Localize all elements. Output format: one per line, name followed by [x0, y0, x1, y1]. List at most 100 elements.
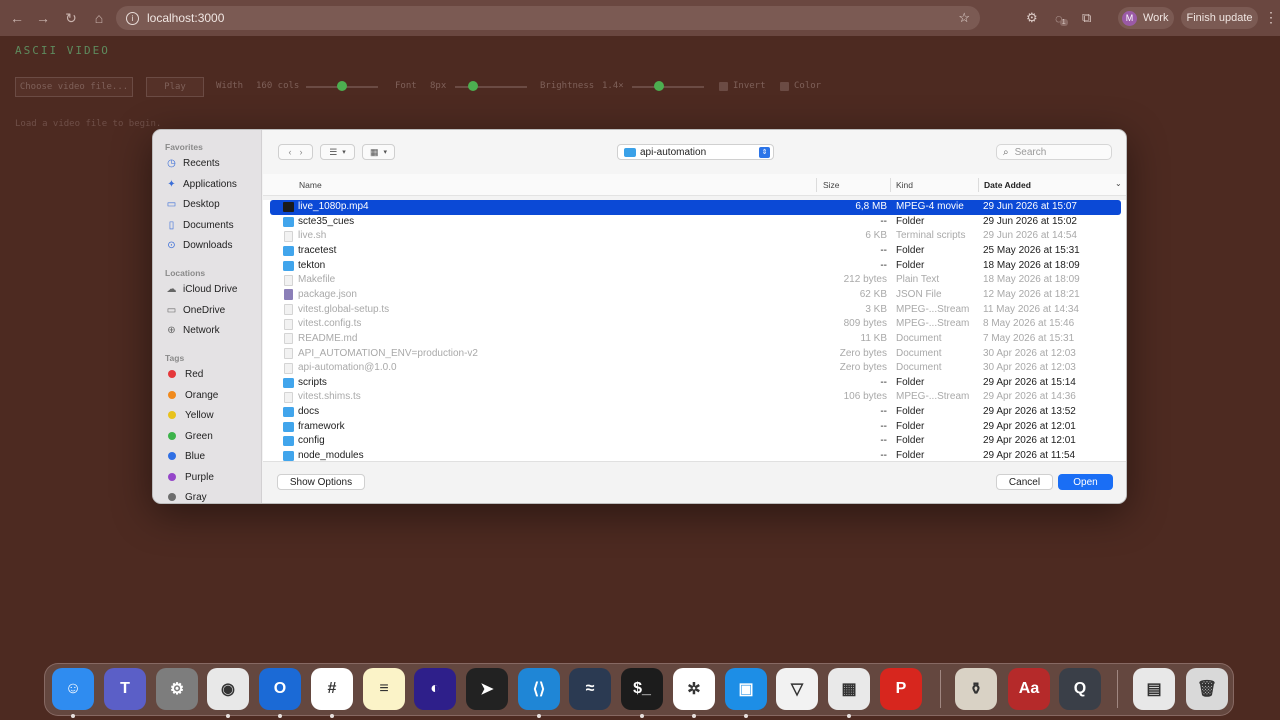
file-kind: Terminal scripts [896, 230, 966, 242]
column-divider[interactable] [978, 178, 979, 192]
sidebar-item-documents[interactable]: ▯ Documents [166, 217, 234, 233]
location-popup[interactable]: api-automation ⇕ [617, 144, 774, 160]
docker-icon[interactable]: ▣ [725, 668, 767, 710]
tag-purple[interactable]: Purple [166, 469, 214, 485]
sort-chevron-down-icon[interactable]: ⌄ [1115, 179, 1122, 188]
tag-blue[interactable]: Blue [166, 448, 205, 464]
open-button[interactable]: Open [1058, 474, 1113, 490]
bookmark-star-icon[interactable]: ☆ [958, 10, 970, 26]
gear-icon[interactable]: ⚙ [156, 668, 198, 710]
sidebar-item-applications[interactable]: ✦ Applications [166, 176, 237, 192]
column-divider[interactable] [816, 178, 817, 192]
file-row[interactable]: docs -- Folder 29 Apr 2026 at 13:52 [270, 405, 1121, 420]
sidebar-item-label: iCloud Drive [183, 283, 238, 295]
file-row[interactable]: api-automation@1.0.0 Zero bytes Document 30… [270, 361, 1121, 376]
sidebar-item-desktop[interactable]: ▭ Desktop [166, 196, 220, 212]
column-header-date-added[interactable]: Date Added [984, 180, 1031, 190]
back-icon[interactable]: ← [4, 5, 30, 31]
brightness-slider-thumb[interactable] [654, 81, 664, 91]
file-row[interactable]: Makefile 212 bytes Plain Text 18 May 2026 a… [270, 273, 1121, 288]
file-row[interactable]: node_modules -- Folder 29 Apr 2026 at 11:54 [270, 449, 1121, 461]
column-header-size[interactable]: Size [823, 180, 840, 190]
home-icon[interactable]: ⌂ [86, 5, 112, 31]
group-view-button[interactable]: ▦ ▾ [362, 144, 395, 160]
sidebar-item-network[interactable]: ⊕ Network [166, 322, 219, 338]
font-slider-thumb[interactable] [468, 81, 478, 91]
outlook-icon[interactable]: O [259, 668, 301, 710]
file-row[interactable]: live.sh 6 KB Terminal scripts 29 Jun 2026 a… [270, 229, 1121, 244]
menu-kebab-icon[interactable]: ⋮ [1264, 9, 1278, 26]
quicktime-icon[interactable]: Q [1059, 668, 1101, 710]
file-row[interactable]: vitest.global-setup.ts 3 KB MPEG-...Stream… [270, 303, 1121, 318]
choose-file-button[interactable]: Choose video file... [15, 77, 133, 97]
file-kind: MPEG-...Stream [896, 391, 970, 403]
chevron-left-icon[interactable]: ‹ [289, 147, 292, 157]
file-row[interactable]: vitest.shims.ts 106 bytes MPEG-...Stream 29… [270, 390, 1121, 405]
teams-icon[interactable]: T [104, 668, 146, 710]
slack-icon[interactable]: # [311, 668, 353, 710]
file-row[interactable]: scripts -- Folder 29 Apr 2026 at 15:14 [270, 376, 1121, 391]
address-bar[interactable]: i localhost:3000 ☆ [116, 6, 980, 30]
file-row[interactable]: live_1080p.mp4 6,8 MB MPEG-4 movie 29 Jun 2… [270, 200, 1121, 215]
circle-app-icon[interactable]: ◐ [414, 668, 456, 710]
font-slider[interactable] [455, 86, 527, 88]
jar-icon[interactable]: ⚱ [955, 668, 997, 710]
file-row[interactable]: scte35_cues -- Folder 29 Jun 2026 at 15:02 [270, 215, 1121, 230]
dolphin-icon[interactable]: ≈ [569, 668, 611, 710]
site-info-icon[interactable]: i [126, 11, 139, 25]
finish-update-button[interactable]: Finish update [1181, 7, 1258, 29]
tag-yellow[interactable]: Yellow [166, 407, 214, 423]
profile-button[interactable]: M Work [1118, 7, 1174, 29]
grid-view-icon: ▦ [369, 146, 379, 157]
finder-icon[interactable]: ☺ [52, 668, 94, 710]
window-thumbnail-icon[interactable]: ▤ [1133, 668, 1175, 710]
sidebar-item-onedrive[interactable]: ▭ OneDrive [166, 302, 225, 318]
file-date: 29 Jun 2026 at 15:02 [983, 215, 1077, 227]
chrome-icon[interactable]: ◉ [207, 668, 249, 710]
sidebar-item-recents[interactable]: ◷ Recents [166, 155, 220, 171]
list-view-button[interactable]: ☰ ▾ [320, 144, 355, 160]
column-divider[interactable] [890, 178, 891, 192]
chevron-right-icon[interactable]: › [300, 147, 303, 157]
brightness-slider[interactable] [632, 86, 704, 88]
file-row[interactable]: API_AUTOMATION_ENV=production-v2 Zero byt… [270, 347, 1121, 362]
back-forward-buttons[interactable]: ‹ › [278, 144, 313, 160]
terminal-icon[interactable]: $_ [621, 668, 663, 710]
chatgpt-icon[interactable]: ✲ [673, 668, 715, 710]
pdf-icon[interactable]: P [880, 668, 922, 710]
extensions-gear-icon[interactable]: ⚙ [1026, 6, 1038, 30]
file-row[interactable]: framework -- Folder 29 Apr 2026 at 12:01 [270, 420, 1121, 435]
width-slider-thumb[interactable] [337, 81, 347, 91]
dictionary-icon[interactable]: Aa [1008, 668, 1050, 710]
tag-orange[interactable]: Orange [166, 387, 218, 403]
tag-green[interactable]: Green [166, 428, 213, 444]
color-checkbox[interactable] [780, 82, 789, 91]
extension-icon[interactable]: ◌ 1 [1055, 6, 1068, 30]
reload-icon[interactable]: ↻ [58, 5, 84, 31]
puzzle-icon[interactable]: ⧉ [1082, 6, 1091, 30]
grid-icon[interactable]: ▦ [828, 668, 870, 710]
sidebar-item-icloud[interactable]: ☁ iCloud Drive [166, 281, 238, 297]
vscode-icon[interactable]: ⟨⟩ [518, 668, 560, 710]
tag-gray[interactable]: Gray [166, 489, 207, 503]
play-button[interactable]: Play [146, 77, 204, 97]
invert-checkbox[interactable] [719, 82, 728, 91]
trash-icon[interactable]: 🗑 [1186, 668, 1228, 710]
sidebar-item-downloads[interactable]: ⊙ Downloads [166, 237, 232, 253]
forward-icon[interactable]: → [30, 5, 56, 31]
file-row[interactable]: package.json 62 KB JSON File 12 May 2026 at… [270, 288, 1121, 303]
file-row[interactable]: vitest.config.ts 809 bytes MPEG-...Stream 8… [270, 317, 1121, 332]
file-row[interactable]: README.md 11 KB Document 7 May 2026 at 15:3… [270, 332, 1121, 347]
tag-red[interactable]: Red [166, 366, 203, 382]
show-options-button[interactable]: Show Options [277, 474, 365, 490]
arrow-app-icon[interactable]: ➤ [466, 668, 508, 710]
search-input[interactable]: ⌕ Search [996, 144, 1112, 160]
vpn-icon[interactable]: ▽ [776, 668, 818, 710]
notes-icon[interactable]: ≡ [363, 668, 405, 710]
file-row[interactable]: config -- Folder 29 Apr 2026 at 12:01 [270, 434, 1121, 449]
cancel-button[interactable]: Cancel [996, 474, 1053, 490]
file-row[interactable]: tekton -- Folder 18 May 2026 at 18:09 [270, 259, 1121, 274]
file-row[interactable]: tracetest -- Folder 25 May 2026 at 15:31 [270, 244, 1121, 259]
column-header-kind[interactable]: Kind [896, 180, 913, 190]
column-header-name[interactable]: Name [299, 180, 322, 190]
